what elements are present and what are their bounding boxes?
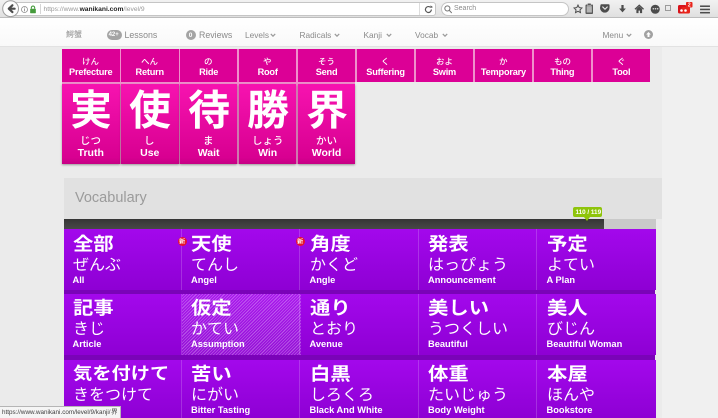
svg-text:2: 2 [688, 3, 691, 9]
